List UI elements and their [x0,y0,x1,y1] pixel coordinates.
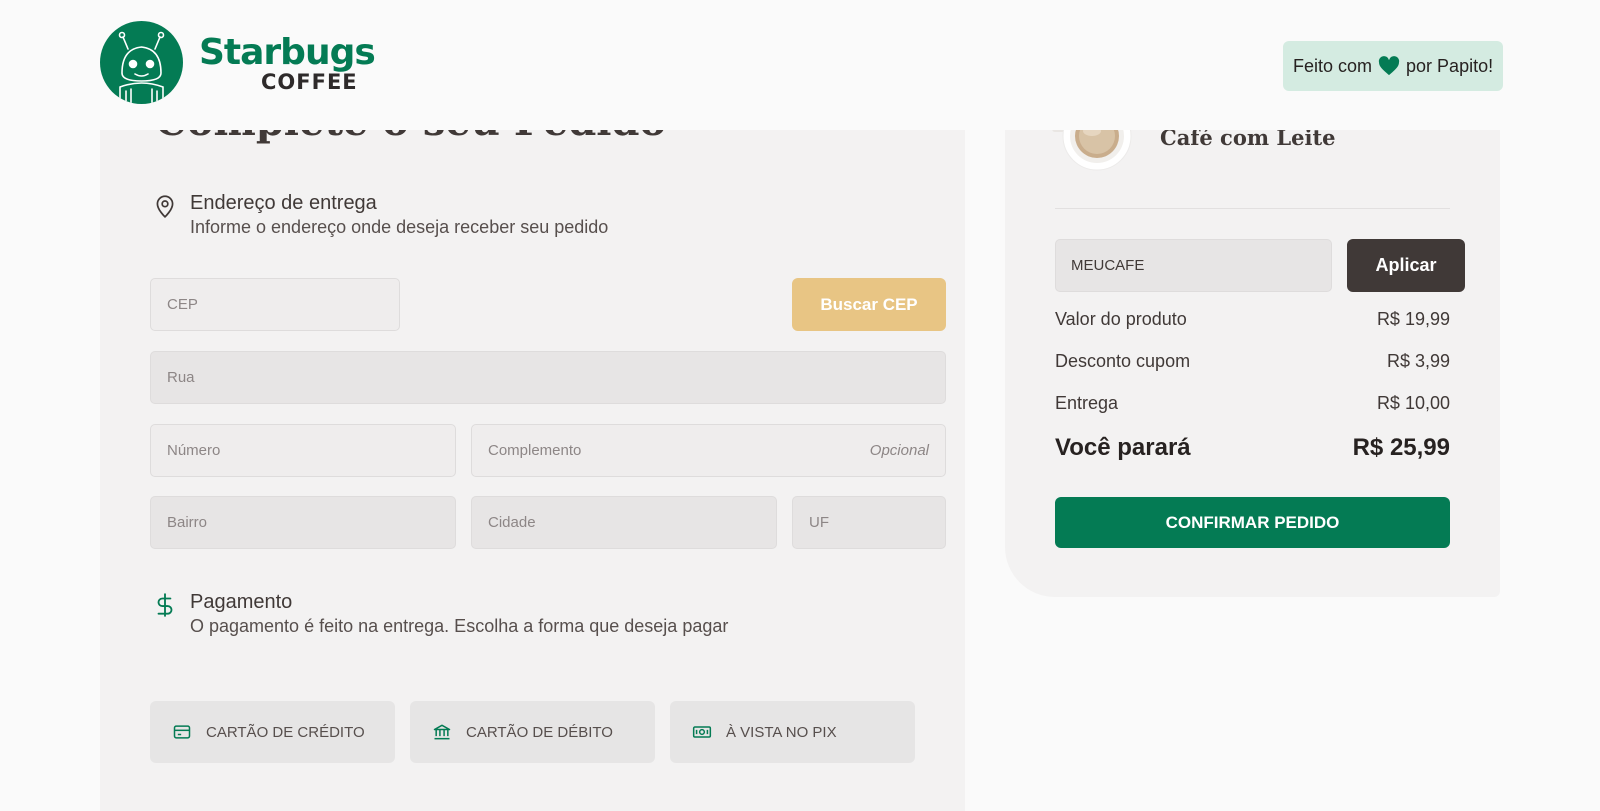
coupon-input[interactable]: MEUCAFE [1055,239,1332,292]
row-value: R$ 3,99 [1386,351,1450,371]
bairro-placeholder: Bairro [167,514,208,531]
cidade-input[interactable]: Cidade [471,496,777,549]
summary-row-product: Valor do produto R$ 19,99 [1055,309,1450,330]
bank-icon [432,722,452,742]
uf-input[interactable]: UF [792,496,946,549]
confirm-order-button[interactable]: CONFIRMAR PEDIDO [1055,497,1450,548]
payment-option-credit[interactable]: CARTÃO DE CRÉDITO [150,701,395,763]
bairro-input[interactable]: Bairro [150,496,456,549]
complemento-input[interactable]: Complemento Opcional [471,424,946,477]
complemento-placeholder: Complemento [488,442,582,459]
cep-placeholder: CEP [167,296,198,313]
payment-option-label: CARTÃO DE DÉBITO [466,723,613,741]
credit-badge: Feito com por Papito! [1283,41,1504,91]
row-label: Valor do produto [1055,309,1187,329]
money-icon [692,722,712,742]
address-title: Endereço de entrega [190,192,377,214]
coupon-value: MEUCAFE [1071,257,1145,274]
payment-subtitle: O pagamento é feito na entrega. Escolha … [190,616,729,636]
cidade-placeholder: Cidade [488,514,536,531]
optional-hint: Opcional [869,442,929,459]
payment-section-header: Pagamento O pagamento é feito na entrega… [152,590,728,638]
apply-coupon-button[interactable]: Aplicar [1347,239,1465,292]
summary-row-total: Você parará R$ 25,99 [1055,434,1450,462]
payment-option-label: À VISTA NO PIX [726,723,837,741]
row-label: Entrega [1055,393,1119,413]
heart-icon [1378,56,1400,76]
row-value: R$ 10,00 [1376,393,1450,413]
numero-placeholder: Número [167,442,221,459]
brand-subtitle: COFFEE [261,70,358,94]
address-section-header: Endereço de entrega Informe o endereço o… [152,191,608,239]
payment-title: Pagamento [190,591,293,613]
dollar-icon [152,592,178,618]
brand-logo[interactable]: Starbugs COFFEE [100,21,376,104]
credit-card-icon [172,722,192,742]
buscar-cep-button[interactable]: Buscar CEP [792,278,946,331]
summary-row-discount: Desconto cupom R$ 3,99 [1055,351,1450,372]
row-value: R$ 19,99 [1376,309,1450,329]
map-pin-icon [152,193,178,219]
uf-placeholder: UF [809,514,829,531]
cep-input[interactable]: CEP [150,278,400,331]
payment-option-label: CARTÃO DE CRÉDITO [206,723,365,741]
rua-placeholder: Rua [167,369,195,386]
row-label: Desconto cupom [1055,351,1191,371]
credit-prefix: Feito com [1293,55,1373,76]
summary-row-delivery: Entrega R$ 10,00 [1055,393,1450,414]
total-value: R$ 25,99 [1352,434,1450,461]
brand-name: Starbugs [199,32,376,73]
rua-input[interactable]: Rua [150,351,946,404]
payment-option-pix[interactable]: À VISTA NO PIX [670,701,915,763]
top-header: Starbugs COFFEE Feito com por Papito! [0,0,1600,130]
credit-suffix: por Papito! [1406,55,1494,76]
numero-input[interactable]: Número [150,424,456,477]
summary-divider [1055,208,1450,209]
robot-mascot-icon [100,21,183,104]
payment-option-debit[interactable]: CARTÃO DE DÉBITO [410,701,655,763]
address-subtitle: Informe o endereço onde deseja receber s… [190,217,609,237]
total-label: Você parará [1055,434,1191,461]
